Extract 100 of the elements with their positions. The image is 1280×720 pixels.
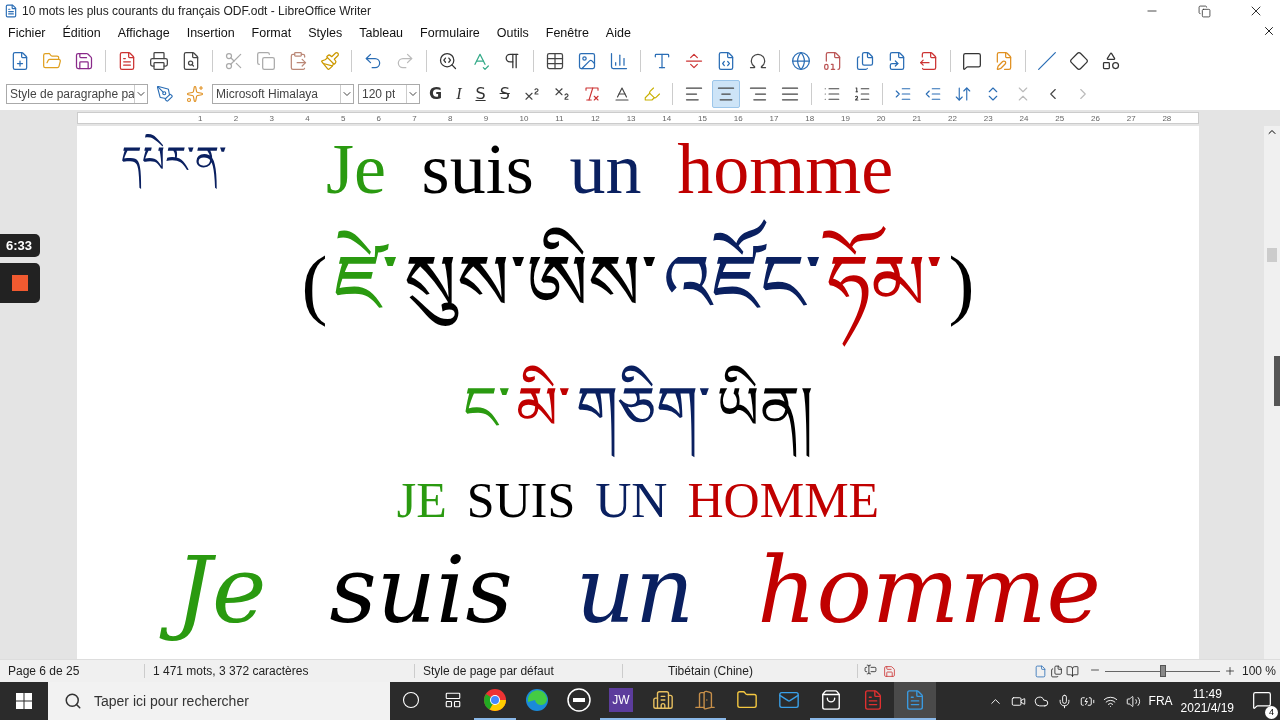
page-style: Style de page par défaut [415, 664, 623, 678]
track-changes-icon[interactable] [994, 50, 1014, 71]
printer-icon[interactable] [149, 50, 169, 71]
align-button[interactable] [711, 79, 740, 108]
line-icon[interactable] [1037, 50, 1057, 71]
menu-item[interactable]: Affichage [117, 26, 178, 40]
cross-reference-icon[interactable] [919, 50, 939, 71]
menu-item[interactable]: Formulaire [420, 26, 488, 40]
paintbrush-icon[interactable] [320, 50, 340, 71]
pdf-file-icon[interactable] [117, 50, 137, 71]
door-icon[interactable] [694, 689, 716, 711]
document-icon[interactable] [904, 689, 926, 711]
ruler-number: 6 [376, 113, 383, 123]
input-language[interactable]: FRA [1148, 694, 1173, 708]
underline-button[interactable]: S [470, 82, 491, 105]
bold-button[interactable]: G [424, 82, 448, 105]
table-icon[interactable] [545, 50, 565, 71]
clock-time[interactable]: 11:49 [1192, 687, 1222, 701]
zoom-in-icon[interactable] [1224, 665, 1236, 677]
document-text: ) [947, 239, 976, 330]
clock-date[interactable]: 2021/4/19 [1180, 701, 1234, 715]
stop-button[interactable] [0, 263, 40, 303]
ruler-number: 1 [198, 113, 204, 123]
document-text: suis [328, 535, 514, 646]
menu-item[interactable]: Aide [605, 26, 639, 40]
menu-item[interactable]: Édition [62, 26, 109, 40]
browser-icon[interactable] [483, 688, 507, 712]
ruler[interactable]: 1 2 3 4 5 6 7 8 9 10 11 12 13 14 15 16 17 18 19 20 21 22 23 24 25 26 27 28 [77, 112, 1199, 124]
book-view-icon[interactable] [1066, 664, 1079, 678]
bookmark-icon[interactable] [887, 50, 907, 71]
volume-icon[interactable] [1125, 693, 1141, 709]
menu-item[interactable]: Styles [308, 26, 351, 40]
cloud-icon[interactable] [1033, 693, 1049, 709]
notification-count: 4 [1265, 705, 1278, 719]
document-text: SUIS [465, 470, 577, 530]
menu-item[interactable]: Insertion [186, 26, 243, 40]
side-handle[interactable] [1274, 356, 1280, 406]
paste-icon[interactable] [288, 50, 308, 71]
line-spacing-icon[interactable] [953, 84, 972, 103]
document-text: ( [300, 239, 329, 330]
scrollbar[interactable] [1264, 126, 1280, 659]
menu-item[interactable]: Outils [496, 26, 537, 40]
paragraph-style-field[interactable]: Style de paragraphe pa [6, 83, 148, 104]
find-replace-icon[interactable] [438, 50, 458, 71]
menu-item[interactable]: Fichier [8, 26, 54, 40]
save-icon[interactable] [74, 50, 94, 71]
document-text: un [574, 535, 696, 646]
zoom-thumb[interactable] [1159, 665, 1166, 677]
hyperlink-icon[interactable] [791, 50, 811, 71]
microphone-icon[interactable] [1056, 693, 1072, 709]
ruler-number: 11 [555, 113, 565, 123]
clear-formatting-icon[interactable] [582, 84, 601, 103]
scroll-thumb[interactable] [1267, 248, 1277, 262]
numbered-list-icon[interactable] [852, 84, 871, 103]
comment-icon[interactable] [962, 50, 982, 71]
mail-icon[interactable] [778, 689, 800, 711]
document-text: HOMME [686, 470, 881, 530]
folder-icon[interactable] [736, 689, 758, 711]
circle-icon[interactable] [402, 691, 420, 709]
save-status-icon[interactable] [883, 664, 896, 678]
task-view-icon[interactable] [444, 691, 462, 709]
document-text: UN [594, 470, 669, 530]
image-icon[interactable] [577, 50, 597, 71]
footnote-icon[interactable] [823, 50, 843, 71]
menu-item[interactable]: Tableau [359, 26, 412, 40]
ruler-number: 16 [733, 113, 744, 123]
chart-icon[interactable] [609, 50, 629, 71]
wifi-icon[interactable] [1102, 693, 1118, 709]
font-field[interactable]: Microsoft Himalaya [212, 83, 354, 104]
building-icon[interactable] [652, 689, 674, 711]
new-document-icon[interactable] [10, 50, 30, 71]
logo-icon[interactable] [566, 687, 592, 713]
diamond-icon[interactable] [1069, 50, 1089, 71]
menu-item[interactable]: Format [251, 26, 300, 40]
print-preview-icon[interactable] [181, 50, 201, 71]
field-icon[interactable] [716, 50, 736, 71]
italic-button[interactable]: I [451, 82, 467, 105]
single-page-icon[interactable] [1034, 664, 1047, 678]
endnote-icon[interactable] [855, 50, 875, 71]
notification-icon[interactable] [1252, 689, 1272, 710]
document-icon [4, 4, 18, 18]
close-icon[interactable] [1262, 24, 1276, 38]
menu-item[interactable]: Fenêtre [545, 26, 597, 40]
shopping-bag-icon[interactable] [820, 689, 842, 711]
ruler-number: 3 [269, 113, 275, 123]
pdf-file-icon[interactable] [862, 689, 884, 711]
app-icon[interactable]: JW [609, 688, 633, 712]
strikethrough-button[interactable]: S [494, 82, 515, 105]
document-text: Je [324, 128, 387, 211]
windows-logo-icon[interactable] [16, 693, 32, 709]
restore-icon[interactable] [1197, 4, 1211, 18]
shapes-icon[interactable] [1101, 50, 1121, 71]
font-size-field[interactable]: 120 pt [358, 83, 420, 104]
multi-page-icon[interactable] [1050, 664, 1063, 678]
style-update-icon[interactable] [156, 84, 174, 103]
insert-mode-icon[interactable] [864, 663, 877, 676]
taskbar-app[interactable]: JW [600, 682, 642, 720]
search-field[interactable]: Taper ici pour rechercher [48, 682, 390, 720]
browser-icon[interactable] [525, 688, 549, 712]
language: Tibétain (Chine) [623, 664, 858, 678]
